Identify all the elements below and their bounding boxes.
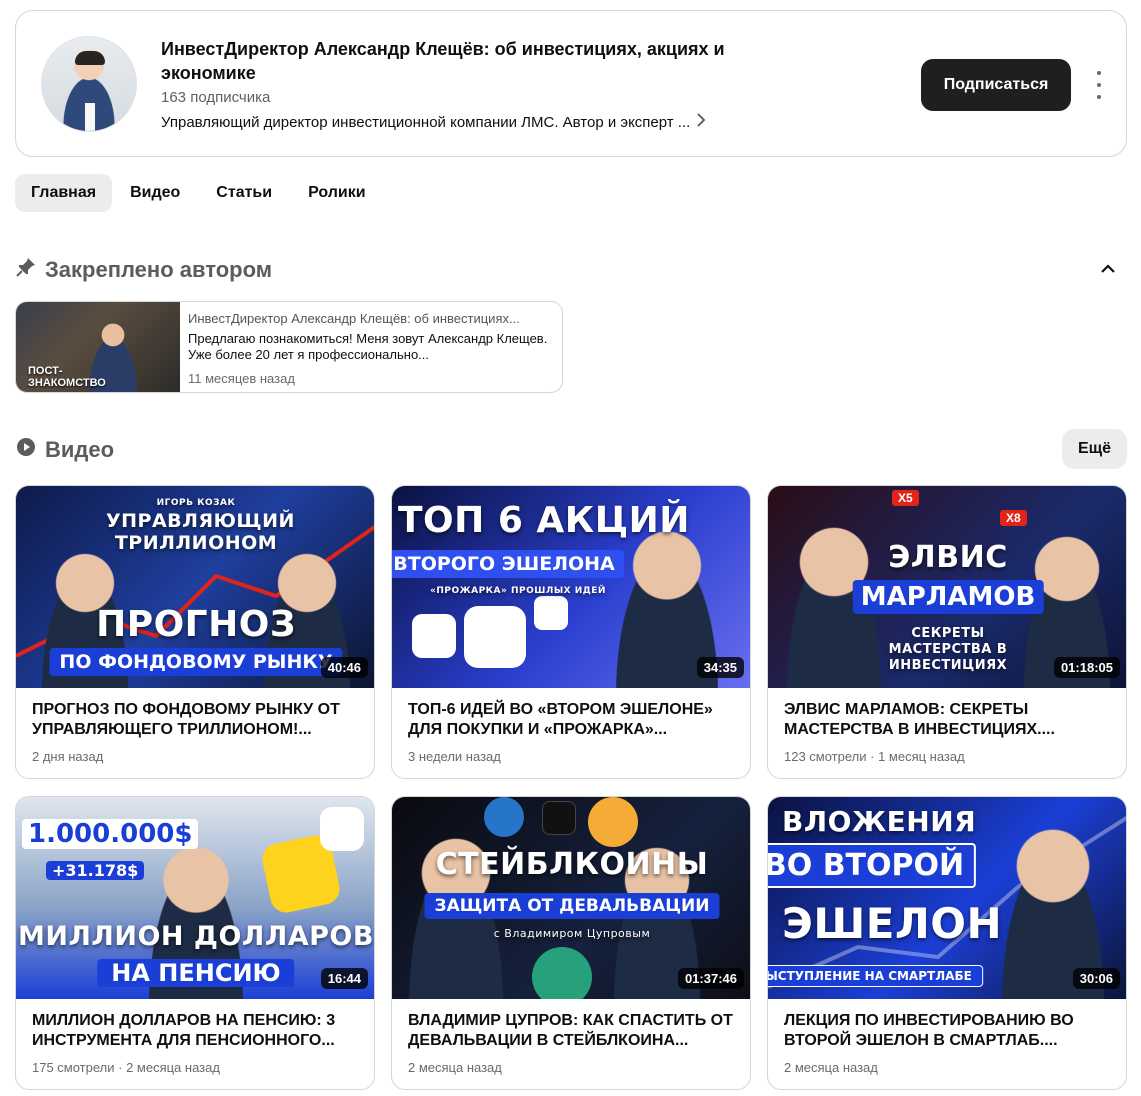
tab-video[interactable]: Видео <box>114 174 196 212</box>
video-meta: 175 смотрели · 2 месяца назад <box>32 1060 220 1075</box>
video-title[interactable]: ПРОГНОЗ ПО ФОНДОВОМУ РЫНКУ ОТ УПРАВЛЯЮЩЕ… <box>32 700 362 740</box>
thumb-check-icon <box>320 807 364 851</box>
video-meta: 2 дня назад <box>32 749 104 764</box>
video-title[interactable]: ТОП-6 ИДЕЙ ВО «ВТОРОМ ЭШЕЛОНЕ» ДЛЯ ПОКУП… <box>408 700 738 740</box>
chevron-up-icon[interactable] <box>1098 259 1118 279</box>
pinned-thumb-caption: ПОСТ- ЗНАКОМСТВО <box>28 365 106 389</box>
thumb-app-icon <box>534 596 568 630</box>
video-thumbnail[interactable]: 1.000.000$ +31.178$ МИЛЛИОН ДОЛЛАРОВ НА … <box>16 797 374 999</box>
video-thumbnail[interactable]: ВЛОЖЕНИЯ ВО ВТОРОЙ ЭШЕЛОН ВЫСТУПЛЕНИЕ НА… <box>768 797 1126 999</box>
video-duration: 34:35 <box>696 657 744 678</box>
tab-shorts[interactable]: Ролики <box>292 174 382 212</box>
video-card[interactable]: ИГОРЬ КОЗАК УПРАВЛЯЮЩИЙ ТРИЛЛИОНОМ ПРОГН… <box>15 485 375 779</box>
more-videos-button[interactable]: Ещё <box>1062 429 1127 469</box>
thumb-app-icon <box>412 614 456 658</box>
pinned-post-card[interactable]: ПОСТ- ЗНАКОМСТВО ИнвестДиректор Александ… <box>15 301 563 393</box>
video-title[interactable]: ЭЛВИС МАРЛАМОВ: СЕКРЕТЫ МАСТЕРСТВА В ИНВ… <box>784 700 1114 740</box>
video-duration: 30:06 <box>1072 968 1120 989</box>
thumb-badge: X5 <box>892 490 919 506</box>
thumb-coin-icon <box>588 797 638 847</box>
pinned-section-title: Закреплено автором <box>45 257 273 282</box>
video-card[interactable]: ТОП 6 АКЦИЙ ВТОРОГО ЭШЕЛОНА «ПРОЖАРКА» П… <box>391 485 751 779</box>
channel-header: ИнвестДиректор Александр Клещёв: об инве… <box>15 10 1127 157</box>
more-options-icon[interactable] <box>1088 71 1110 99</box>
pinned-post-thumbnail: ПОСТ- ЗНАКОМСТВО <box>16 302 180 392</box>
thumb-badge: X8 <box>1000 510 1027 526</box>
video-title[interactable]: ЛЕКЦИЯ ПО ИНВЕСТИРОВАНИЮ ВО ВТОРОЙ ЭШЕЛО… <box>784 1011 1114 1051</box>
thumb-top-text: 1.000.000$ <box>22 819 199 849</box>
pin-icon <box>15 256 37 284</box>
video-meta: 123 смотрели · 1 месяц назад <box>784 749 965 764</box>
video-duration: 01:37:46 <box>677 968 744 989</box>
thumb-big-text: ТОП 6 АКЦИЙ <box>398 500 690 541</box>
thumb-small-text: ВЫСТУПЛЕНИЕ НА СМАРТЛАБЕ <box>768 965 983 987</box>
channel-avatar[interactable] <box>41 36 137 132</box>
pinned-post-time: 11 месяцев назад <box>188 371 295 386</box>
videos-section-title: Видео <box>45 437 115 462</box>
thumb-small-text: ИГОРЬ КОЗАК <box>156 498 236 508</box>
thumb-small-text: «ПРОЖАРКА» ПРОШЛЫХ ИДЕЙ <box>430 586 606 596</box>
thumb-coin-icon <box>542 801 576 835</box>
thumb-app-icon <box>464 606 526 668</box>
video-meta: 2 месяца назад <box>784 1060 878 1075</box>
video-meta: 2 месяца назад <box>408 1060 502 1075</box>
thumb-small-text: с Владимиром Цупровым <box>493 927 651 940</box>
tab-home[interactable]: Главная <box>15 174 113 212</box>
video-thumbnail[interactable]: X5 X8 ЭЛВИС МАРЛАМОВ СЕКРЕТЫ МАСТЕРСТВА … <box>768 486 1126 688</box>
thumb-band-text: ЗАЩИТА ОТ ДЕВАЛЬВАЦИИ <box>424 893 720 919</box>
channel-title: ИнвестДиректор Александр Клещёв: об инве… <box>161 39 725 83</box>
thumb-coin-icon <box>532 947 592 999</box>
subscribe-button[interactable]: Подписаться <box>921 59 1071 111</box>
video-title[interactable]: ВЛАДИМИР ЦУПРОВ: КАК СПАСТИТЬ ОТ ДЕВАЛЬВ… <box>408 1011 738 1051</box>
channel-description-text: Управляющий директор инвестиционной комп… <box>161 114 691 131</box>
thumb-big-text: СТЕЙБЛКОИНЫ <box>435 847 709 882</box>
video-card[interactable]: ВЛОЖЕНИЯ ВО ВТОРОЙ ЭШЕЛОН ВЫСТУПЛЕНИЕ НА… <box>767 796 1127 1090</box>
thumb-coin-icon <box>484 797 524 837</box>
pinned-post-text: Предлагаю познакомиться! Меня зовут Алек… <box>188 331 548 362</box>
video-thumbnail[interactable]: СТЕЙБЛКОИНЫ ЗАЩИТА ОТ ДЕВАЛЬВАЦИИ с Влад… <box>392 797 750 999</box>
video-duration: 40:46 <box>320 657 368 678</box>
video-card[interactable]: X5 X8 ЭЛВИС МАРЛАМОВ СЕКРЕТЫ МАСТЕРСТВА … <box>767 485 1127 779</box>
pinned-section-header: Закреплено автором <box>15 256 272 284</box>
video-duration: 16:44 <box>320 968 368 989</box>
thumb-small-text: СЕКРЕТЫ МАСТЕРСТВА В ИНВЕСТИЦИЯХ <box>888 626 1008 673</box>
thumb-top-text: УПРАВЛЯЮЩИЙ ТРИЛЛИОНОМ <box>106 510 295 554</box>
video-icon <box>15 436 37 464</box>
videos-section-header: Видео <box>15 436 114 464</box>
tab-articles[interactable]: Статьи <box>200 174 288 212</box>
avatar-hair <box>75 51 105 65</box>
subscriber-count: 163 подписчика <box>161 89 271 106</box>
thumb-big-text: ЭЛВИС <box>888 540 1008 575</box>
channel-tabs: Главная Видео Статьи Ролики <box>15 174 382 212</box>
video-meta: 3 недели назад <box>408 749 501 764</box>
thumb-band-text: ВО ВТОРОЙ <box>768 843 977 888</box>
thumb-small-text: +31.178$ <box>46 861 145 880</box>
video-card[interactable]: СТЕЙБЛКОИНЫ ЗАЩИТА ОТ ДЕВАЛЬВАЦИИ с Влад… <box>391 796 751 1090</box>
thumb-band-text: ПО ФОНДОВОМУ РЫНКУ <box>49 648 343 676</box>
thumb-big-text: ЭШЕЛОН <box>782 899 1003 948</box>
video-thumbnail[interactable]: ТОП 6 АКЦИЙ ВТОРОГО ЭШЕЛОНА «ПРОЖАРКА» П… <box>392 486 750 688</box>
thumb-band-text: МАРЛАМОВ <box>852 580 1044 614</box>
video-thumbnail[interactable]: ИГОРЬ КОЗАК УПРАВЛЯЮЩИЙ ТРИЛЛИОНОМ ПРОГН… <box>16 486 374 688</box>
thumb-band-text: ВТОРОГО ЭШЕЛОНА <box>392 550 625 578</box>
thumb-big-text: МИЛЛИОН ДОЛЛАРОВ <box>18 921 374 952</box>
video-title[interactable]: МИЛЛИОН ДОЛЛАРОВ НА ПЕНСИЮ: 3 ИНСТРУМЕНТ… <box>32 1011 362 1051</box>
pinned-post-author: ИнвестДиректор Александр Клещёв: об инве… <box>188 311 520 326</box>
chevron-right-icon <box>696 113 706 132</box>
video-duration: 01:18:05 <box>1053 657 1120 678</box>
thumb-big-text: ПРОГНОЗ <box>96 604 296 645</box>
thumb-top-text: ВЛОЖЕНИЯ <box>782 805 977 838</box>
channel-description[interactable]: Управляющий директор инвестиционной комп… <box>161 113 706 132</box>
thumb-band-text: НА ПЕНСИЮ <box>97 959 295 987</box>
video-card[interactable]: 1.000.000$ +31.178$ МИЛЛИОН ДОЛЛАРОВ НА … <box>15 796 375 1090</box>
avatar-shirt <box>85 103 95 131</box>
